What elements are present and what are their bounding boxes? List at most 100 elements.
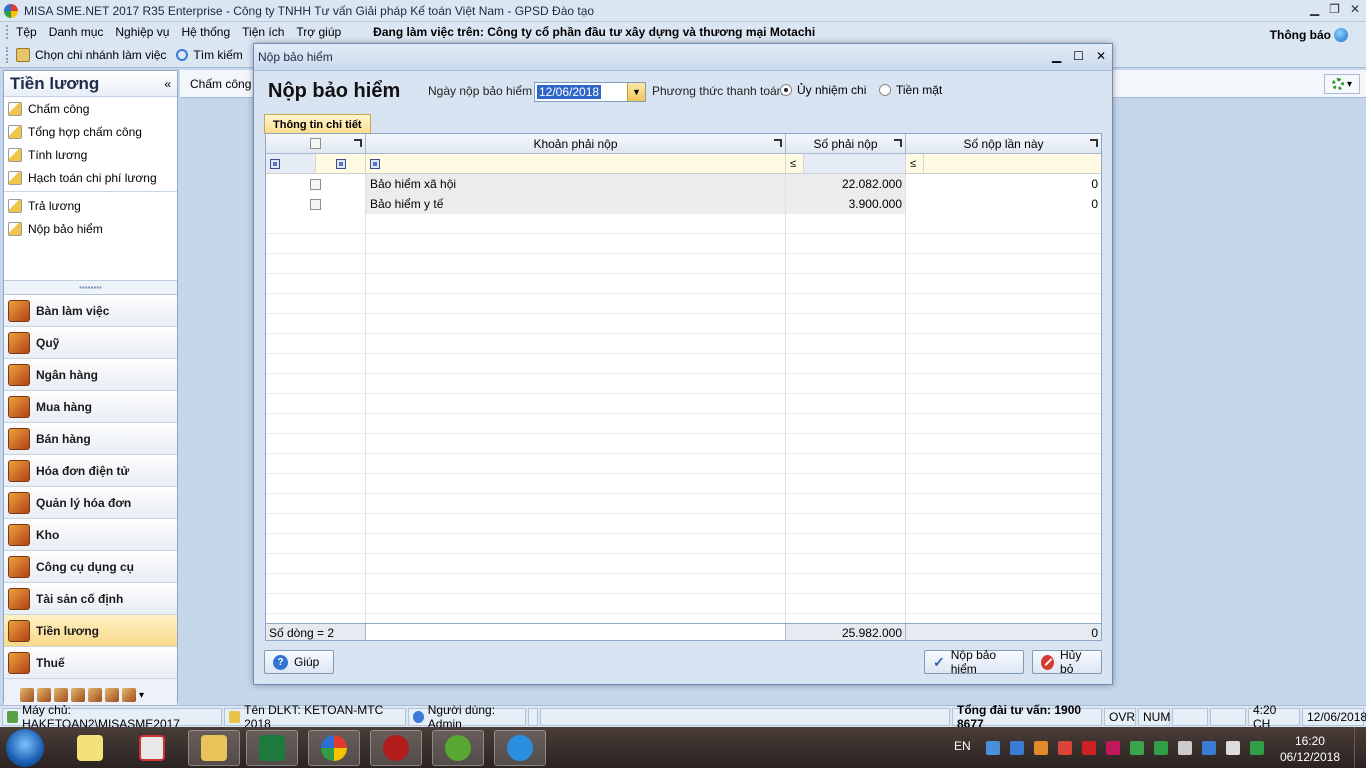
shortcut-icon[interactable] [37, 688, 51, 702]
payment-date-input[interactable]: 12/06/2018 ▼ [534, 82, 646, 102]
menu-help[interactable]: Trợ giúp [296, 25, 341, 39]
cell-amount-now[interactable]: 0 [906, 194, 1101, 214]
minimize-icon[interactable]: ▁ [1310, 2, 1319, 16]
action-center-icon[interactable] [1226, 741, 1240, 755]
tray-icon[interactable] [1010, 741, 1024, 755]
tab-timekeeping[interactable]: Chấm công [190, 77, 251, 91]
maximize-icon[interactable]: ☐ [1073, 49, 1084, 63]
taskbar-ie[interactable] [494, 730, 546, 766]
branch-button[interactable]: Chọn chi nhánh làm việc [16, 47, 166, 62]
module-sales[interactable]: Bán hàng [4, 423, 177, 455]
notifications-button[interactable]: Thông báo [1270, 28, 1348, 42]
radio-cash[interactable]: Tiền mặt [879, 83, 942, 97]
module-bank[interactable]: Ngân hàng [4, 359, 177, 391]
col-header-amount-now[interactable]: Số nộp lần này [906, 134, 1101, 154]
select-all-checkbox[interactable] [310, 138, 321, 149]
filter-cell[interactable] [266, 154, 316, 174]
network-icon[interactable] [1202, 741, 1216, 755]
radio-transfer[interactable]: Ủy nhiệm chi [780, 83, 866, 97]
module-tools[interactable]: Công cụ dụng cụ [4, 551, 177, 583]
filter-amount-now[interactable] [924, 154, 1101, 174]
filter-icon[interactable] [370, 158, 380, 169]
sidebar-item-timekeeping-summary[interactable]: Tổng hợp chấm công [4, 120, 177, 143]
tray-icon[interactable] [1058, 741, 1072, 755]
restore-icon[interactable]: ❐ [1329, 2, 1340, 16]
tray-icon[interactable] [1034, 741, 1048, 755]
row-checkbox[interactable] [310, 198, 321, 210]
pin-icon[interactable] [354, 139, 362, 147]
help-button[interactable]: ? Giúp [264, 650, 334, 674]
volume-icon[interactable] [1178, 741, 1192, 755]
pin-icon[interactable] [1090, 139, 1098, 147]
tray-icon[interactable] [1082, 741, 1096, 755]
taskbar-app-green[interactable] [432, 730, 484, 766]
row-checkbox-cell[interactable] [266, 194, 366, 214]
menu-catalog[interactable]: Danh mục [49, 25, 104, 39]
filter-item[interactable] [366, 154, 786, 174]
cancel-button[interactable]: Hủy bỏ [1032, 648, 1102, 676]
minimize-icon[interactable]: ▁ [1052, 49, 1061, 63]
menu-operations[interactable]: Nghiệp vụ [115, 25, 169, 39]
select-all-header[interactable] [266, 134, 366, 154]
sidebar-item-payroll[interactable]: Tính lương [4, 143, 177, 166]
shortcut-icon[interactable] [122, 688, 136, 702]
module-salary[interactable]: Tiền lương [4, 615, 177, 647]
tray-icon[interactable] [1130, 741, 1144, 755]
taskbar-unikey[interactable] [126, 730, 178, 766]
shortcut-icon[interactable] [88, 688, 102, 702]
taskbar-excel[interactable] [246, 730, 298, 766]
menu-utilities[interactable]: Tiện ích [242, 25, 284, 39]
menu-system[interactable]: Hệ thống [181, 25, 230, 39]
taskbar-explorer[interactable] [188, 730, 240, 766]
show-desktop-button[interactable] [1354, 727, 1366, 768]
module-cash[interactable]: Quỹ [4, 327, 177, 359]
shortcut-icon[interactable] [54, 688, 68, 702]
filter-icon[interactable] [335, 158, 346, 169]
shortcut-icon[interactable] [105, 688, 119, 702]
sidebar-splitter[interactable]: ▪▪▪▪▪▪▪▪ [4, 281, 177, 295]
sidebar-collapse-button[interactable]: « [164, 77, 171, 91]
tray-icon[interactable] [1250, 741, 1264, 755]
module-invoice-management[interactable]: Quản lý hóa đơn [4, 487, 177, 519]
module-e-invoice[interactable]: Hóa đơn điện tử [4, 455, 177, 487]
tray-icon[interactable] [1154, 741, 1168, 755]
clock[interactable]: 16:20 06/12/2018 [1280, 733, 1340, 765]
module-purchasing[interactable]: Mua hàng [4, 391, 177, 423]
row-checkbox[interactable] [310, 178, 321, 190]
tray-icon[interactable] [986, 741, 1000, 755]
language-indicator[interactable]: EN [954, 739, 971, 753]
module-warehouse[interactable]: Kho [4, 519, 177, 551]
col-header-item[interactable]: Khoản phải nộp [366, 134, 786, 154]
taskbar-misa[interactable] [308, 730, 360, 766]
tab-detail-info[interactable]: Thông tin chi tiết [264, 114, 371, 134]
pin-icon[interactable] [894, 139, 902, 147]
windows-start-icon[interactable] [6, 729, 44, 767]
close-icon[interactable]: ✕ [1096, 49, 1106, 63]
search-button[interactable]: Tìm kiếm [176, 48, 243, 62]
taskbar-app-red[interactable] [370, 730, 422, 766]
submit-insurance-button[interactable]: ✓ Nộp bảo hiểm [924, 648, 1024, 676]
module-tax[interactable]: Thuế [4, 647, 177, 679]
filter-amount-due[interactable] [804, 154, 906, 174]
sidebar-item-pay-insurance[interactable]: Nộp bảo hiểm [4, 217, 177, 240]
taskbar-sticky-notes[interactable] [64, 730, 116, 766]
close-icon[interactable]: ✕ [1350, 2, 1360, 16]
tray-icon[interactable] [1106, 741, 1120, 755]
filter-cell[interactable] [316, 154, 366, 174]
filter-icon[interactable] [270, 158, 280, 169]
shortcut-icon[interactable] [71, 688, 85, 702]
row-checkbox-cell[interactable] [266, 174, 366, 194]
sidebar-item-timekeeping[interactable]: Chấm công [4, 97, 177, 120]
shortcut-icon[interactable] [20, 688, 34, 702]
pin-icon[interactable] [774, 139, 782, 147]
dropdown-arrow-icon[interactable]: ▼ [627, 83, 645, 101]
menu-file[interactable]: Tệp [16, 25, 37, 39]
cell-amount-now[interactable]: 0 [906, 174, 1101, 194]
module-desktop[interactable]: Bàn làm việc [4, 295, 177, 327]
sidebar-item-pay-salary[interactable]: Trả lương [4, 194, 177, 217]
filter-operator-due[interactable]: ≤ [786, 154, 804, 174]
filter-operator-now[interactable]: ≤ [906, 154, 924, 174]
module-fixed-assets[interactable]: Tài sản cố định [4, 583, 177, 615]
chevron-down-icon[interactable]: ▾ [139, 690, 144, 701]
col-header-amount-due[interactable]: Số phải nộp [786, 134, 906, 154]
